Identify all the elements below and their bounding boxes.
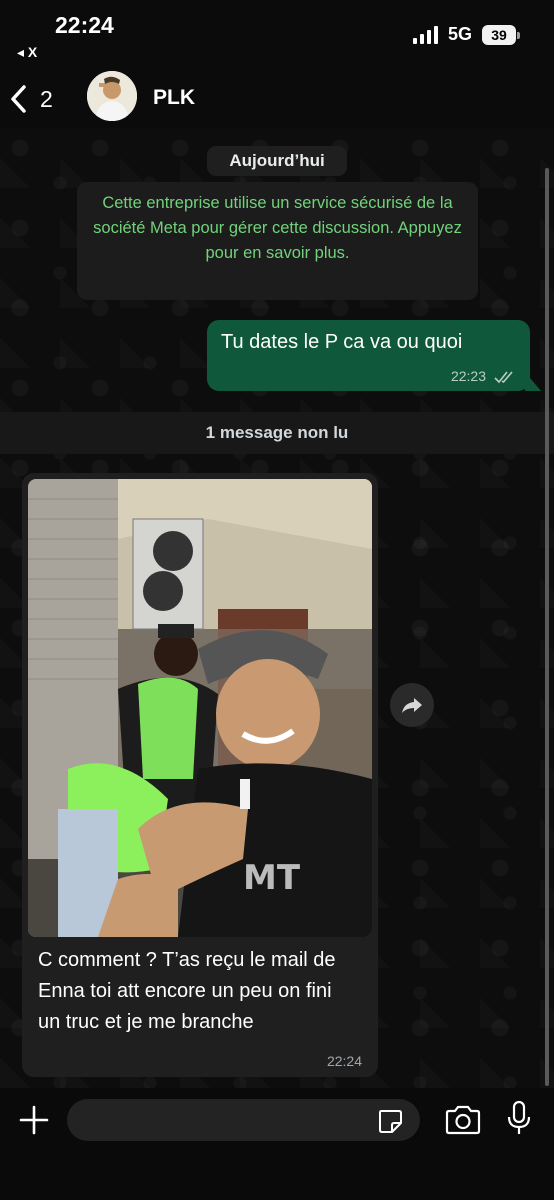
- photo-image: MT: [28, 479, 372, 937]
- signal-icon: [412, 25, 438, 44]
- avatar-image: [87, 71, 137, 121]
- message-input[interactable]: [67, 1099, 420, 1141]
- avatar[interactable]: [87, 71, 137, 121]
- battery-icon: 39: [482, 24, 520, 45]
- outgoing-message-text: Tu dates le P ca va ou quoi: [221, 331, 463, 353]
- sticker-icon[interactable]: [376, 1107, 404, 1135]
- double-check-icon: [494, 371, 513, 384]
- contact-name[interactable]: PLK: [153, 86, 195, 110]
- unread-divider: 1 message non lu: [0, 412, 554, 454]
- chevron-left-icon: [11, 85, 26, 113]
- status-icons: 5G 39: [412, 24, 520, 45]
- back-button[interactable]: 2: [8, 80, 68, 118]
- chat-header: 2 PLK: [0, 70, 554, 126]
- forward-icon: [402, 698, 422, 713]
- outgoing-message-time: 22:23: [450, 368, 486, 384]
- business-info-text: Cette entreprise utilise un service sécu…: [93, 194, 462, 262]
- unread-chats-count: 2: [40, 85, 53, 112]
- svg-text:MT: MT: [243, 858, 301, 898]
- plus-icon[interactable]: [16, 1102, 52, 1138]
- microphone-icon[interactable]: [506, 1100, 532, 1136]
- camera-icon[interactable]: [444, 1105, 482, 1135]
- battery-level: 39: [491, 26, 507, 43]
- incoming-message-text: C comment ? T’as reçu le mail de Enna to…: [38, 949, 336, 1033]
- status-back-to-app[interactable]: ◂ X: [17, 44, 37, 61]
- message-photo[interactable]: MT: [28, 479, 372, 937]
- outgoing-message[interactable]: Tu dates le P ca va ou quoi 22:23: [207, 320, 530, 391]
- incoming-message[interactable]: MT C comment ? T’as reçu le mail de Enna…: [22, 473, 378, 1077]
- composer-bar: [0, 1088, 554, 1200]
- date-chip: Aujourd’hui: [207, 146, 347, 176]
- status-time: 22:24: [55, 12, 114, 38]
- network-type: 5G: [447, 24, 472, 44]
- incoming-message-time: 22:24: [326, 1053, 362, 1069]
- business-info-message[interactable]: Cette entreprise utilise un service sécu…: [77, 182, 478, 300]
- forward-button[interactable]: [390, 683, 434, 727]
- scrollbar[interactable]: [545, 168, 549, 1086]
